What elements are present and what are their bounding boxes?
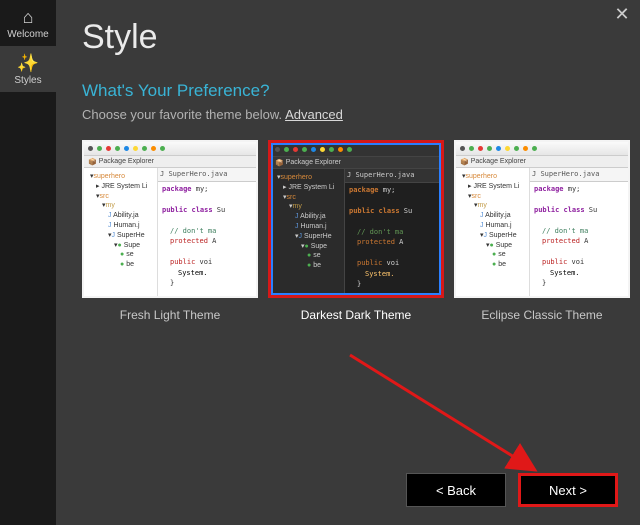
theme-card-fresh-light[interactable]: 📦Package Explorer ▾superhero ▸ JRE Syste…: [82, 140, 258, 322]
theme-list: 📦Package Explorer ▾superhero ▸ JRE Syste…: [82, 140, 614, 322]
explorer-title: Package Explorer: [286, 159, 341, 166]
advanced-link[interactable]: Advanced: [285, 107, 343, 122]
sparkle-icon: ✨: [17, 54, 39, 72]
theme-preview: 📦Package Explorer ▾superhero ▸ JRE Syste…: [82, 140, 258, 298]
theme-card-eclipse-classic[interactable]: 📦Package Explorer ▾superhero ▸ JRE Syste…: [454, 140, 630, 322]
home-icon: ⌂: [23, 8, 34, 26]
explorer-title: Package Explorer: [99, 158, 154, 165]
main-content: Style What's Your Preference? Choose you…: [56, 0, 640, 525]
page-subtitle: What's Your Preference?: [82, 81, 614, 101]
sidebar: ⌂ Welcome ✨ Styles: [0, 0, 56, 525]
sidebar-item-label: Welcome: [7, 29, 49, 40]
description-text: Choose your favorite theme below.: [82, 107, 285, 122]
footer-buttons: < Back Next >: [406, 473, 618, 507]
sidebar-item-styles[interactable]: ✨ Styles: [0, 46, 56, 92]
theme-preview: 📦Package Explorer ▾superhero ▸ JRE Syste…: [268, 140, 444, 298]
theme-card-darkest-dark[interactable]: 📦Package Explorer ▾superhero ▸ JRE Syste…: [268, 140, 444, 322]
back-button[interactable]: < Back: [406, 473, 506, 507]
theme-label: Eclipse Classic Theme: [481, 308, 602, 322]
next-button[interactable]: Next >: [518, 473, 618, 507]
sidebar-item-label: Styles: [14, 75, 41, 86]
theme-preview: 📦Package Explorer ▾superhero ▸ JRE Syste…: [454, 140, 630, 298]
explorer-title: Package Explorer: [471, 158, 526, 165]
page-title: Style: [82, 18, 614, 57]
theme-label: Darkest Dark Theme: [301, 308, 411, 322]
page-description: Choose your favorite theme below. Advanc…: [82, 107, 614, 122]
sidebar-item-welcome[interactable]: ⌂ Welcome: [0, 0, 56, 46]
theme-label: Fresh Light Theme: [120, 308, 221, 322]
